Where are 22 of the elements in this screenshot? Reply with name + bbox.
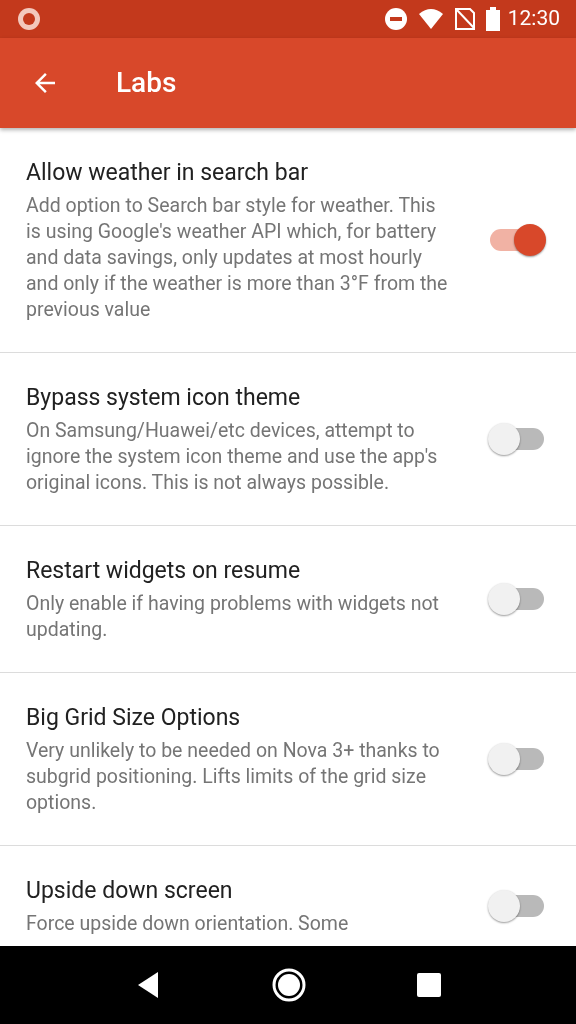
recents-nav-button[interactable] — [415, 972, 442, 998]
setting-description: Force upside down orientation. Some — [26, 911, 350, 937]
home-nav-button[interactable] — [271, 967, 307, 1003]
setting-item[interactable]: Bypass system icon theme On Samsung/Huawei/etc devices, attempt to ignore the system icon theme and use the app's original icons. This is not always possible. — [0, 353, 576, 526]
notification-icon — [16, 6, 42, 32]
setting-item[interactable]: Big Grid Size Options Very unlikely to be needed on Nova 3+ thanks to subgrid positioning. Lifts limits of the grid size options. — [0, 673, 576, 846]
wifi-icon — [417, 8, 444, 30]
setting-title: Bypass system icon theme — [26, 383, 302, 413]
setting-description: Very unlikely to be needed on Nova 3+ thanks to subgrid positioning. Lifts limits of the grid size options. — [26, 738, 441, 816]
setting-item[interactable]: Restart widgets on resume Only enable if having problems with widgets not updating. — [0, 526, 576, 673]
setting-title: Restart widgets on resume — [26, 556, 302, 586]
setting-description: Add option to Search bar style for weather. This is using Google's weather API which, for battery and data savings, only updates at most hourly and only if the weather is more than 3°F from the previous value — [26, 193, 449, 323]
battery-icon — [485, 7, 500, 31]
do-not-disturb-icon — [383, 7, 408, 31]
no-signal-icon — [453, 7, 476, 31]
setting-description: On Samsung/Huawei/etc devices, attempt to ignore the system icon theme and use the app's original icons. This is not always possible. — [26, 418, 439, 496]
screen-title: Labs — [116, 65, 177, 101]
setting-title: Big Grid Size Options — [26, 703, 242, 733]
setting-description: Only enable if having problems with widgets not updating. — [26, 591, 440, 643]
status-time: 12:30 — [507, 5, 560, 33]
setting-title: Allow weather in search bar — [26, 158, 309, 188]
setting-title: Upside down screen — [26, 876, 234, 906]
